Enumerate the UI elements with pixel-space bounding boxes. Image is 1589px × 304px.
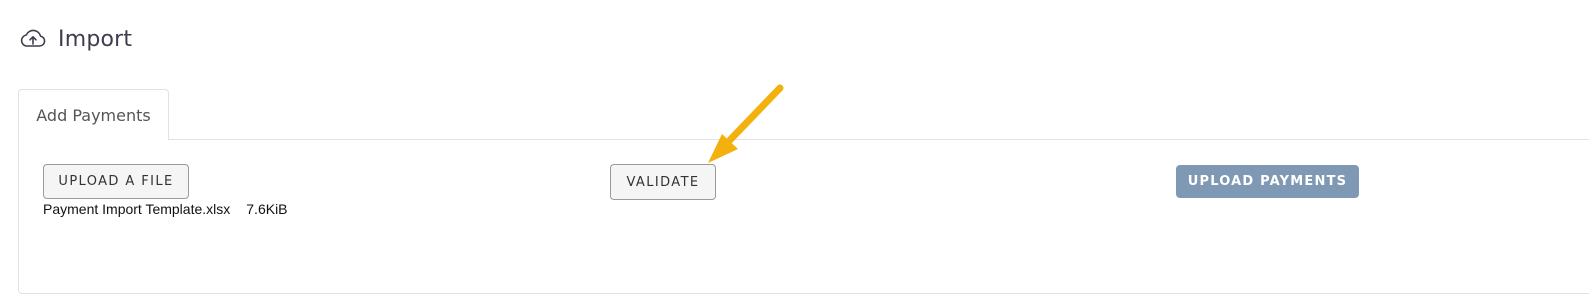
tab-label: Add Payments [36, 105, 151, 125]
page-header: Import [18, 24, 132, 54]
pointer-arrow-icon [700, 78, 792, 170]
cloud-upload-icon [18, 24, 48, 54]
import-page: Import Add Payments UPLOAD A FILE Paymen… [0, 0, 1589, 304]
tab-add-payments[interactable]: Add Payments [18, 89, 169, 140]
tab-panel [18, 139, 1589, 294]
page-title: Import [58, 26, 133, 52]
